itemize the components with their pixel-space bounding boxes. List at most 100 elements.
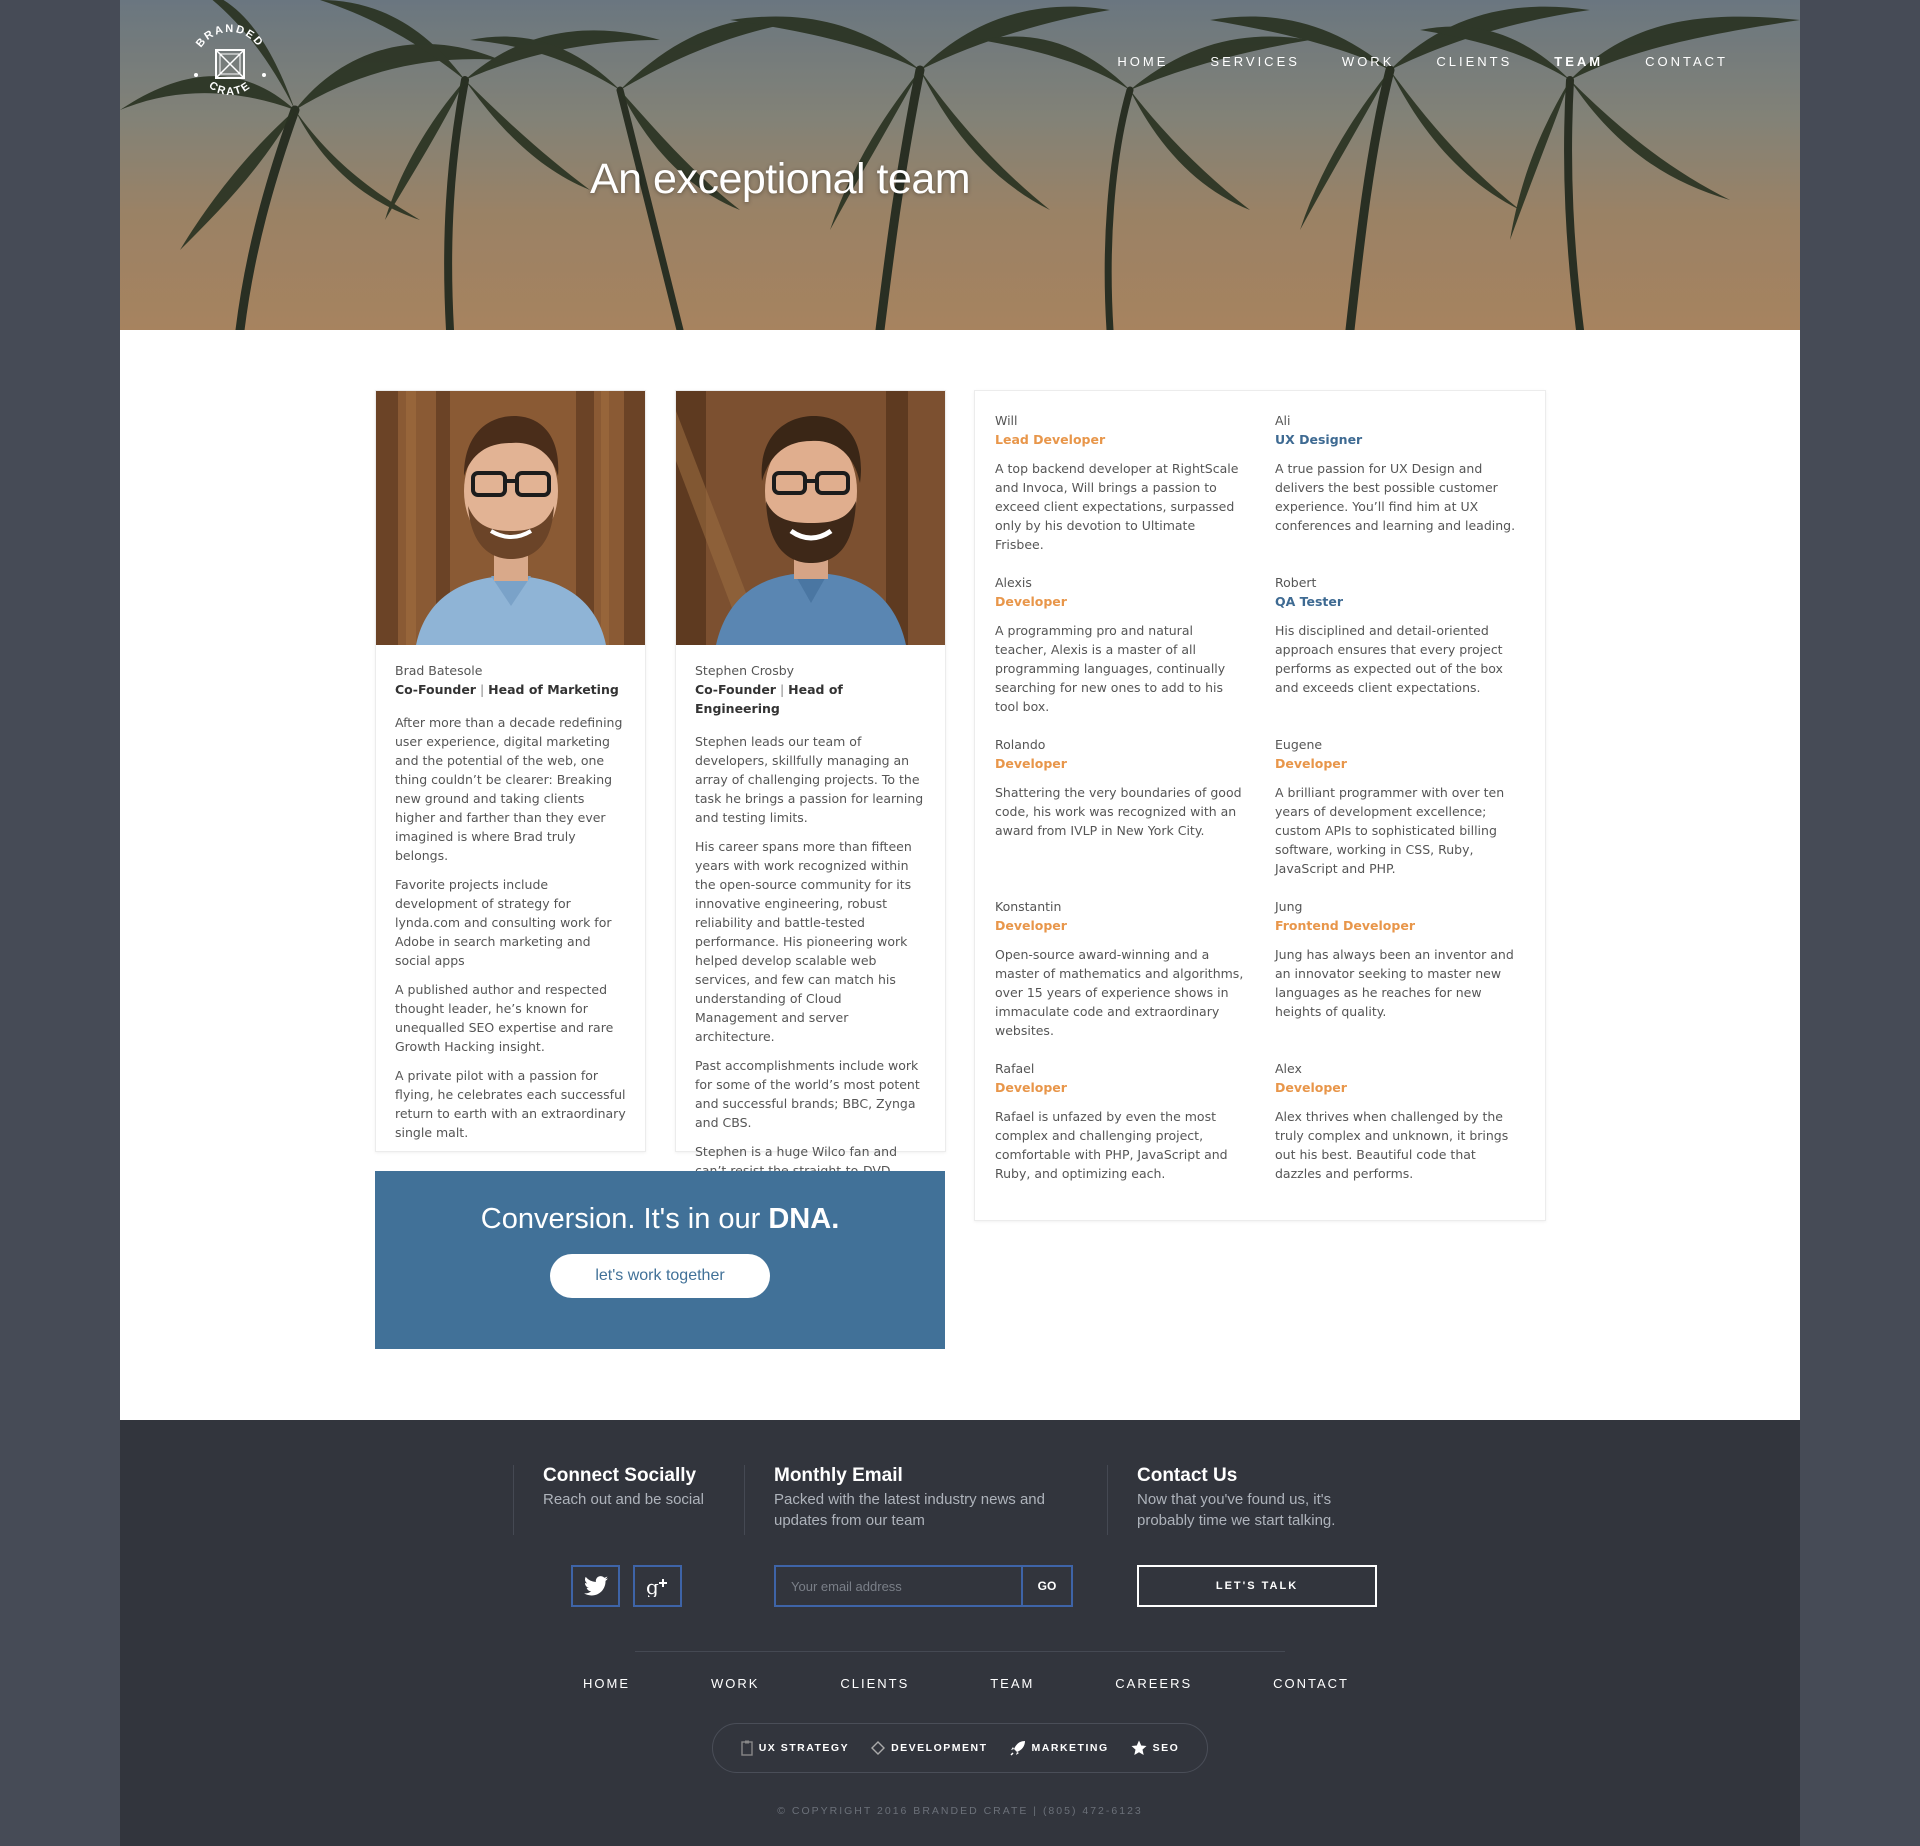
nav-home[interactable]: HOME — [1117, 54, 1168, 69]
service-seo[interactable]: SEO — [1131, 1740, 1180, 1756]
member-description: A true passion for UX Design and deliver… — [1275, 461, 1516, 533]
nav-clients[interactable]: CLIENTS — [1436, 54, 1512, 69]
nav-contact[interactable]: CONTACT — [1645, 54, 1728, 69]
profile-bio-paragraph: His career spans more than fifteen years… — [695, 839, 912, 1044]
profile-bio-paragraph: Past accomplishments include work for so… — [695, 1058, 920, 1130]
service-marketing[interactable]: MARKETING — [1010, 1740, 1109, 1756]
footer-email-column: Monthly Email Packed with the latest ind… — [774, 1465, 1074, 1531]
member-role: Developer — [995, 594, 1067, 609]
member-name: Ali — [1275, 413, 1291, 428]
footer-nav-home[interactable]: HOME — [583, 1676, 630, 1691]
profile-card-brad: Brad Batesole Co-Founder | Head of Marke… — [375, 390, 646, 1152]
member-description: Jung has always been an inventor and an … — [1275, 947, 1514, 1019]
member-description: His disciplined and detail-oriented appr… — [1275, 623, 1503, 695]
footer-nav-team[interactable]: TEAM — [990, 1676, 1034, 1691]
profile-name: Brad Batesole — [395, 663, 483, 678]
member-description: Open-source award-winning and a master o… — [995, 947, 1244, 1038]
team-member-will: Will Lead Developer A top backend develo… — [995, 411, 1245, 554]
code-icon — [871, 1741, 886, 1755]
member-name: Jung — [1275, 899, 1303, 914]
google-plus-button[interactable]: g — [633, 1565, 682, 1607]
footer-email-subtitle: Packed with the latest industry news and… — [774, 1491, 1045, 1529]
lets-work-together-button[interactable]: let's work together — [550, 1254, 770, 1298]
profile-role: Co-Founder | Head of Marketing — [395, 682, 619, 697]
footer-divider — [635, 1651, 1285, 1652]
main-nav: HOME SERVICES WORK CLIENTS TEAM CONTACT — [1117, 54, 1728, 69]
member-name: Konstantin — [995, 899, 1062, 914]
member-description: A brilliant programmer with over ten yea… — [1275, 785, 1505, 876]
copyright-text: © COPYRIGHT 2016 BRANDED CRATE | (805) 4… — [777, 1805, 1143, 1817]
footer-contact-subtitle: Now that you've found us, it's probably … — [1137, 1491, 1336, 1529]
member-description: Alex thrives when challenged by the trul… — [1275, 1109, 1509, 1181]
team-member-alex: Alex Developer Alex thrives when challen… — [1275, 1059, 1525, 1183]
footer-social-title: Connect Socially — [543, 1465, 697, 1486]
profile-bio-paragraph: After more than a decade redefining user… — [395, 715, 623, 863]
member-role: Developer — [995, 1080, 1067, 1095]
footer-contact-title: Contact Us — [1137, 1465, 1238, 1486]
member-description: A top backend developer at RightScale an… — [995, 461, 1239, 552]
member-name: Alex — [1275, 1061, 1302, 1076]
profile-photo-stephen — [676, 391, 945, 645]
team-grid: Will Lead Developer A top backend develo… — [974, 390, 1546, 1221]
member-role: Developer — [995, 756, 1067, 771]
member-name: Alexis — [995, 575, 1032, 590]
nav-work[interactable]: WORK — [1342, 54, 1394, 69]
email-go-button[interactable]: GO — [1021, 1567, 1071, 1605]
footer-divider — [513, 1465, 514, 1535]
branded-crate-logo[interactable]: BRANDED CRATE — [182, 18, 278, 114]
member-role: UX Designer — [1275, 432, 1363, 447]
member-description: Shattering the very boundaries of good c… — [995, 785, 1242, 838]
profile-card-stephen: Stephen Crosby Co-Founder | Head of Engi… — [675, 390, 946, 1178]
svg-text:BRANDED: BRANDED — [194, 23, 266, 50]
footer-email-title: Monthly Email — [774, 1465, 903, 1486]
team-member-ali: Ali UX Designer A true passion for UX De… — [1275, 411, 1525, 535]
profile-bio-paragraph: Stephen leads our team of developers, sk… — [695, 734, 924, 825]
member-name: Robert — [1275, 575, 1317, 590]
footer-divider — [744, 1465, 745, 1535]
footer-nav-contact[interactable]: CONTACT — [1273, 1676, 1349, 1691]
service-ux-strategy[interactable]: UX STRATEGY — [740, 1740, 849, 1756]
team-member-robert: Robert QA Tester His disciplined and det… — [1275, 573, 1525, 697]
page: BRANDED CRATE HOME SERVICES WORK CLIENTS… — [120, 0, 1800, 1846]
clipboard-icon — [740, 1740, 753, 1756]
nav-team[interactable]: TEAM — [1554, 54, 1603, 69]
member-name: Rafael — [995, 1061, 1035, 1076]
email-input[interactable] — [776, 1567, 1021, 1605]
member-role: QA Tester — [1275, 594, 1344, 609]
member-name: Rolando — [995, 737, 1046, 752]
footer-nav: HOME WORK CLIENTS TEAM CAREERS CONTACT — [583, 1676, 1349, 1691]
service-development[interactable]: DEVELOPMENT — [871, 1741, 987, 1755]
profile-bio-paragraph: A published author and respected thought… — [395, 982, 614, 1054]
team-member-jung: Jung Frontend Developer Jung has always … — [1275, 897, 1525, 1021]
twitter-button[interactable] — [571, 1565, 620, 1607]
member-role: Frontend Developer — [1275, 918, 1415, 933]
footer-nav-clients[interactable]: CLIENTS — [840, 1676, 909, 1691]
member-role: Developer — [1275, 756, 1347, 771]
cta-banner: Conversion. It's in our DNA. let's work … — [375, 1171, 945, 1349]
member-role: Developer — [995, 918, 1067, 933]
page-title: An exceptional team — [590, 155, 971, 203]
team-member-konstantin: Konstantin Developer Open-source award-w… — [995, 897, 1245, 1040]
profile-name: Stephen Crosby — [695, 663, 795, 678]
rocket-icon — [1010, 1741, 1025, 1756]
footer-divider — [1107, 1465, 1108, 1535]
google-plus-icon: g — [646, 1575, 667, 1597]
nav-services[interactable]: SERVICES — [1210, 54, 1300, 69]
footer-social-subtitle: Reach out and be social — [543, 1491, 704, 1508]
member-name: Will — [995, 413, 1018, 428]
team-member-rafael: Rafael Developer Rafael is unfazed by ev… — [995, 1059, 1245, 1183]
hero-banner: BRANDED CRATE HOME SERVICES WORK CLIENTS… — [120, 0, 1800, 330]
member-name: Eugene — [1275, 737, 1323, 752]
member-role: Lead Developer — [995, 432, 1106, 447]
svg-text:g: g — [646, 1575, 659, 1597]
profile-bio-paragraph: Favorite projects include development of… — [395, 877, 612, 968]
lets-talk-button[interactable]: LET'S TALK — [1137, 1565, 1377, 1607]
footer-nav-careers[interactable]: CAREERS — [1115, 1676, 1192, 1691]
team-member-alexis: Alexis Developer A programming pro and n… — [995, 573, 1245, 716]
team-member-eugene: Eugene Developer A brilliant programmer … — [1275, 735, 1525, 878]
team-member-rolando: Rolando Developer Shattering the very bo… — [995, 735, 1245, 840]
email-signup-form: GO — [774, 1565, 1073, 1607]
profile-photo-brad — [376, 391, 645, 645]
member-role: Developer — [1275, 1080, 1347, 1095]
footer-nav-work[interactable]: WORK — [711, 1676, 759, 1691]
